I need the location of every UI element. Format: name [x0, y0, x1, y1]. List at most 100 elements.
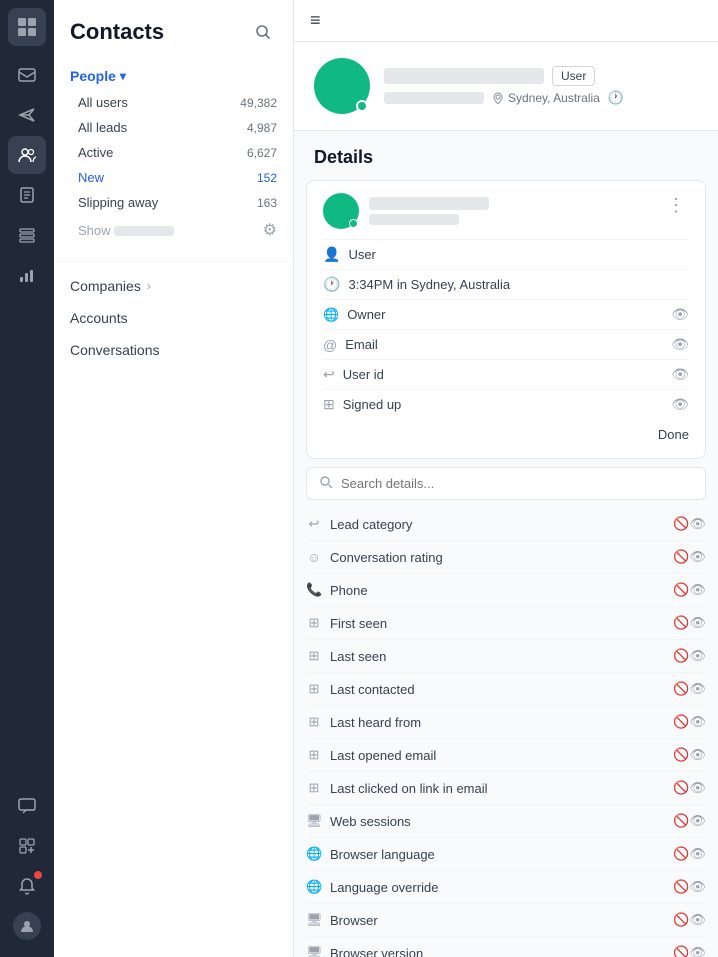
attr-icon-11: 🌐	[306, 879, 322, 895]
card-name-redacted	[369, 197, 489, 210]
done-button[interactable]: Done	[658, 427, 689, 442]
attr-eye-7[interactable]: 🚫👁	[673, 747, 706, 763]
attr-row-1: ☺ Conversation rating 🚫👁	[306, 541, 706, 574]
attr-row-6: ⊞ Last heard from 🚫👁	[306, 706, 706, 739]
card-three-dots[interactable]: ⋮	[663, 193, 689, 218]
attr-label-6: ⊞ Last heard from	[306, 714, 421, 730]
attr-eye-11[interactable]: 🚫👁	[673, 879, 706, 895]
detail-label-signedup: ⊞ Signed up	[323, 396, 401, 413]
attr-row-7: ⊞ Last opened email 🚫👁	[306, 739, 706, 772]
attr-eye-13[interactable]: 🚫👁	[673, 945, 706, 957]
sidebar-item-all-leads[interactable]: All leads 4,987	[54, 115, 293, 140]
attr-label-1: ☺ Conversation rating	[306, 550, 443, 565]
list-icon-btn[interactable]	[8, 216, 46, 254]
sidebar-item-active[interactable]: Active 6,627	[54, 140, 293, 165]
people-label: People	[70, 68, 116, 84]
chart-icon-btn[interactable]	[8, 256, 46, 294]
attr-label-11: 🌐 Language override	[306, 879, 438, 895]
sidebar-conversations[interactable]: Conversations	[54, 334, 293, 366]
user-avatar-btn[interactable]	[8, 907, 46, 945]
people-section-header[interactable]: People ▾	[54, 62, 293, 90]
detail-label-role: 👤 User	[323, 246, 376, 263]
userid-icon: ↩	[323, 366, 335, 383]
sidebar-item-all-users[interactable]: All users 49,382	[54, 90, 293, 115]
attr-eye-3[interactable]: 🚫👁	[673, 615, 706, 631]
attr-label-3: ⊞ First seen	[306, 615, 387, 631]
attr-eye-9[interactable]: 🚫👁	[673, 813, 706, 829]
attr-eye-2[interactable]: 🚫👁	[673, 582, 706, 598]
search-bar-row	[294, 459, 718, 508]
profile-info: User Sydney, Australia 🕐	[384, 66, 698, 106]
user-badge: User	[552, 66, 595, 86]
attr-eye-1[interactable]: 🚫👁	[673, 549, 706, 565]
attr-icon-9: 🖥	[306, 813, 322, 829]
hamburger-icon[interactable]: ≡	[310, 10, 321, 30]
attr-eye-10[interactable]: 🚫👁	[673, 846, 706, 862]
attr-row-3: ⊞ First seen 🚫👁	[306, 607, 706, 640]
chat-icon-btn[interactable]	[8, 787, 46, 825]
detail-row-email: @ Email 👁	[323, 329, 689, 359]
people-icon-btn[interactable]	[8, 136, 46, 174]
attr-row-5: ⊞ Last contacted 🚫👁	[306, 673, 706, 706]
detail-label-email: @ Email	[323, 337, 378, 353]
show-more-row: Show ⚙	[54, 215, 293, 245]
attr-icon-1: ☺	[306, 550, 322, 565]
attr-icon-13: 🖥	[306, 945, 322, 957]
attr-eye-12[interactable]: 🚫👁	[673, 912, 706, 928]
signedup-eye-icon[interactable]: 👁	[671, 396, 689, 413]
attr-eye-8[interactable]: 🚫👁	[673, 780, 706, 796]
sidebar-item-slipping-away[interactable]: Slipping away 163	[54, 190, 293, 215]
detail-row-time: 🕐 3:34PM in Sydney, Australia	[323, 269, 689, 299]
attr-eye-0[interactable]: 🚫👁	[673, 516, 706, 532]
person-icon: 👤	[323, 246, 340, 263]
profile-location: Sydney, Australia	[492, 91, 600, 105]
detail-label-userid: ↩ User id	[323, 366, 384, 383]
book-icon-btn[interactable]	[8, 176, 46, 214]
attr-eye-6[interactable]: 🚫👁	[673, 714, 706, 730]
sidebar-search-btn[interactable]	[249, 18, 277, 46]
companies-chevron: ›	[147, 279, 151, 293]
attr-label-10: 🌐 Browser language	[306, 846, 435, 862]
sidebar-accounts[interactable]: Accounts	[54, 302, 293, 334]
userid-eye-icon[interactable]: 👁	[671, 366, 689, 383]
topbar: ≡	[294, 0, 718, 42]
detail-row-owner: 🌐 Owner 👁	[323, 299, 689, 329]
attribute-list: ↩ Lead category 🚫👁 ☺ Conversation rating…	[294, 508, 718, 957]
card-user-text	[369, 197, 489, 225]
show-more-link[interactable]: Show	[78, 223, 174, 238]
signedup-icon: ⊞	[323, 396, 335, 413]
owner-globe-icon: 🌐	[323, 307, 339, 323]
attr-label-5: ⊞ Last contacted	[306, 681, 415, 697]
attr-icon-4: ⊞	[306, 648, 322, 664]
sidebar-companies[interactable]: Companies ›	[54, 270, 293, 302]
card-user-row: ⋮	[323, 193, 689, 229]
details-section: Details ⋮ 👤 User	[294, 131, 718, 957]
attr-label-7: ⊞ Last opened email	[306, 747, 436, 763]
profile-meta: Sydney, Australia 🕐	[384, 90, 698, 106]
attr-label-4: ⊞ Last seen	[306, 648, 386, 664]
owner-eye-icon[interactable]: 👁	[671, 306, 689, 323]
attr-row-9: 🖥 Web sessions 🚫👁	[306, 805, 706, 838]
attr-icon-8: ⊞	[306, 780, 322, 796]
mail-icon-btn[interactable]	[8, 56, 46, 94]
sidebar-item-new[interactable]: New 152	[54, 165, 293, 190]
attr-eye-5[interactable]: 🚫👁	[673, 681, 706, 697]
notification-icon-btn[interactable]	[8, 867, 46, 905]
people-chevron: ▾	[120, 69, 126, 83]
attr-row-4: ⊞ Last seen 🚫👁	[306, 640, 706, 673]
attr-label-9: 🖥 Web sessions	[306, 813, 411, 829]
attr-label-0: ↩ Lead category	[306, 516, 412, 532]
sidebar: Contacts People ▾ All users 49,382 All l…	[54, 0, 294, 957]
profile-header: User Sydney, Australia 🕐	[294, 42, 718, 131]
attr-icon-5: ⊞	[306, 681, 322, 697]
search-details-input[interactable]	[341, 476, 693, 491]
detail-label-owner: 🌐 Owner	[323, 307, 385, 323]
attr-eye-4[interactable]: 🚫👁	[673, 648, 706, 664]
logo-icon[interactable]	[8, 8, 46, 46]
online-indicator	[356, 100, 368, 112]
send-icon-btn[interactable]	[8, 96, 46, 134]
addons-icon-btn[interactable]	[8, 827, 46, 865]
segment-settings-icon[interactable]: ⚙	[263, 220, 277, 240]
email-eye-icon[interactable]: 👁	[671, 336, 689, 353]
detail-label-time: 🕐 3:34PM in Sydney, Australia	[323, 276, 510, 293]
